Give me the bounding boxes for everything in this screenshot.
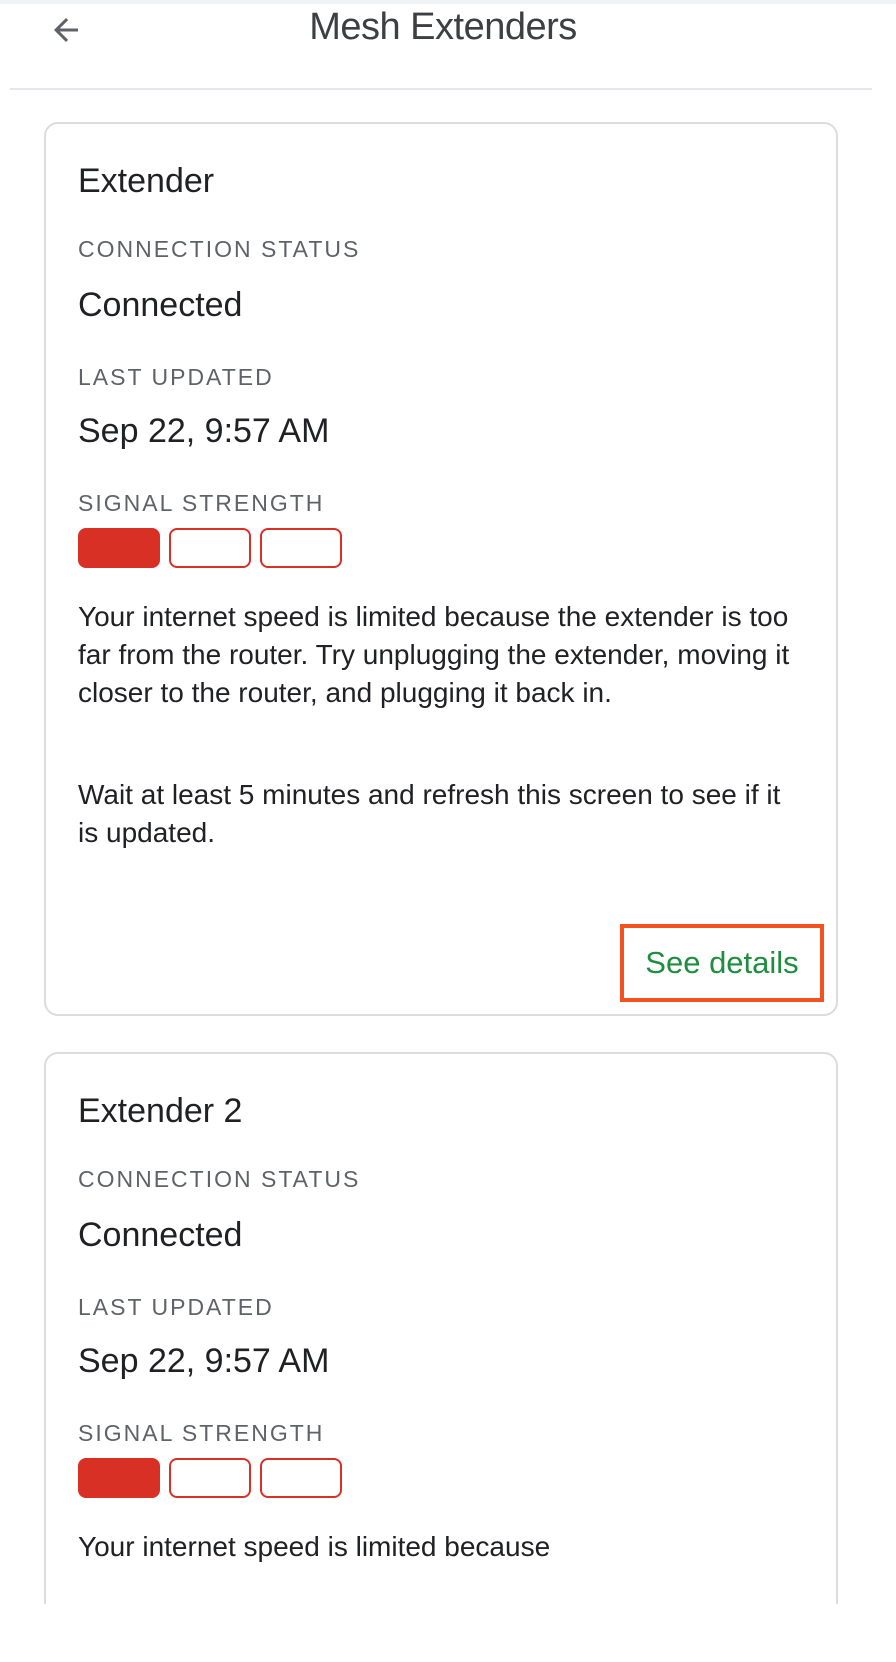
signal-strength-meter xyxy=(78,1458,342,1498)
signal-bar xyxy=(260,528,342,568)
connection-status-value: Connected xyxy=(78,286,243,324)
connection-status-value: Connected xyxy=(78,1216,243,1254)
connection-status-label: CONNECTION STATUS xyxy=(78,1166,361,1192)
last-updated-value: Sep 22, 9:57 AM xyxy=(78,1342,330,1380)
extender-card: Extender 2 CONNECTION STATUS Connected L… xyxy=(44,1052,838,1604)
extender-name: Extender xyxy=(78,162,215,200)
see-details-button[interactable]: See details xyxy=(620,924,824,1002)
signal-bar xyxy=(169,1458,251,1498)
signal-bar xyxy=(260,1458,342,1498)
signal-bar xyxy=(169,528,251,568)
page-title: Mesh Extenders xyxy=(309,6,577,48)
signal-bar xyxy=(78,1458,160,1498)
signal-bar xyxy=(78,528,160,568)
signal-message: Your internet speed is limited because xyxy=(78,1531,551,1562)
refresh-message: Wait at least 5 minutes and refresh this… xyxy=(78,779,781,848)
signal-strength-label: SIGNAL STRENGTH xyxy=(78,490,325,516)
extender-card: Extender CONNECTION STATUS Connected LAS… xyxy=(44,122,838,1016)
bottom-area xyxy=(0,1604,896,1662)
signal-strength-label: SIGNAL STRENGTH xyxy=(78,1420,325,1446)
extender-name: Extender 2 xyxy=(78,1092,243,1130)
app-bar: Mesh Extenders xyxy=(0,0,896,90)
signal-strength-meter xyxy=(78,528,342,568)
last-updated-label: LAST UPDATED xyxy=(78,364,274,390)
extender-list[interactable]: Extender CONNECTION STATUS Connected LAS… xyxy=(0,90,896,1604)
last-updated-value: Sep 22, 9:57 AM xyxy=(78,412,330,450)
last-updated-label: LAST UPDATED xyxy=(78,1294,274,1320)
status-strip xyxy=(0,0,896,4)
connection-status-label: CONNECTION STATUS xyxy=(78,236,361,262)
signal-message: Your internet speed is limited because t… xyxy=(78,601,790,708)
